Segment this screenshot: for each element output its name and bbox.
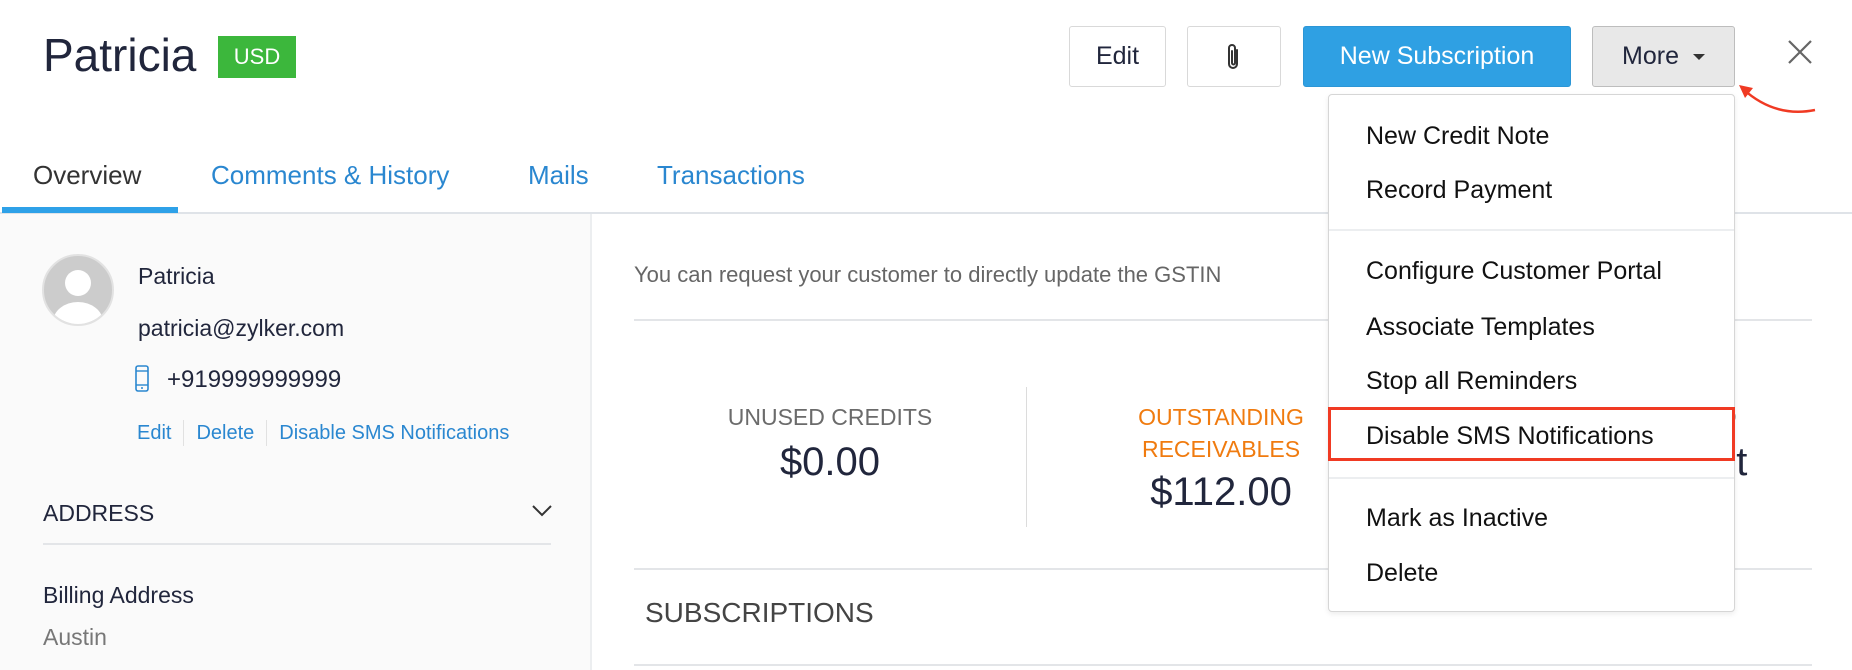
- edit-button[interactable]: Edit: [1069, 26, 1166, 87]
- divider: [1026, 387, 1027, 527]
- disable-sms-link[interactable]: Disable SMS Notifications: [279, 422, 509, 445]
- menu-divider: [1329, 229, 1734, 231]
- attach-button[interactable]: [1187, 26, 1281, 87]
- more-label: More: [1622, 42, 1679, 70]
- mobile-phone-icon: [135, 365, 149, 392]
- menu-item-delete[interactable]: Delete: [1366, 559, 1438, 588]
- chevron-down-icon[interactable]: [531, 504, 553, 518]
- avatar: [42, 254, 114, 326]
- billing-address-label: Billing Address: [43, 582, 194, 608]
- menu-item-configure-customer-portal[interactable]: Configure Customer Portal: [1366, 257, 1662, 286]
- caret-down-icon: [1692, 53, 1705, 60]
- subscriptions-header: SUBSCRIPTIONS: [645, 597, 874, 628]
- tab-transactions[interactable]: Transactions: [657, 160, 805, 191]
- page-title: Patricia: [43, 29, 197, 81]
- currency-badge: USD: [218, 36, 296, 78]
- address-section-header[interactable]: ADDRESS: [43, 500, 154, 527]
- annotation-arrow-icon: [1739, 85, 1816, 113]
- new-subscription-button[interactable]: New Subscription: [1303, 26, 1571, 87]
- menu-item-record-payment[interactable]: Record Payment: [1366, 176, 1552, 205]
- active-tab-indicator: [2, 207, 178, 213]
- contact-edit-link[interactable]: Edit: [137, 422, 171, 445]
- divider: [183, 420, 185, 446]
- outstanding-receivables-label: OUTSTANDING RECEIVABLES: [1071, 401, 1371, 465]
- contact-phone: +919999999999: [167, 366, 342, 393]
- menu-item-stop-reminders[interactable]: Stop all Reminders: [1366, 367, 1577, 396]
- contact-delete-link[interactable]: Delete: [196, 422, 254, 445]
- unused-credits-label: UNUSED CREDITS: [727, 404, 933, 430]
- menu-item-mark-inactive[interactable]: Mark as Inactive: [1366, 504, 1548, 533]
- contact-actions: Edit Delete Disable SMS Notifications: [137, 420, 509, 446]
- divider: [43, 543, 551, 545]
- billing-city: Austin: [43, 624, 107, 650]
- menu-item-associate-templates[interactable]: Associate Templates: [1366, 313, 1595, 342]
- label-line: OUTSTANDING: [1138, 404, 1304, 430]
- tab-overview[interactable]: Overview: [33, 160, 141, 191]
- menu-item-new-credit-note[interactable]: New Credit Note: [1366, 122, 1549, 151]
- divider: [634, 664, 1812, 666]
- menu-divider: [1329, 477, 1734, 479]
- more-button[interactable]: More: [1592, 26, 1735, 87]
- unused-credits-value: $0.00: [779, 440, 881, 484]
- tab-mails[interactable]: Mails: [528, 160, 589, 191]
- divider: [266, 420, 268, 446]
- contact-name: Patricia: [138, 263, 215, 289]
- outstanding-receivables-value: $112.00: [1150, 470, 1292, 514]
- gstin-note: You can request your customer to directl…: [634, 262, 1222, 287]
- highlight-box: [1328, 407, 1735, 461]
- label-line: RECEIVABLES: [1141, 436, 1301, 462]
- close-icon[interactable]: [1786, 38, 1814, 66]
- paperclip-icon: [1228, 43, 1238, 69]
- tab-comments-history[interactable]: Comments & History: [211, 160, 449, 191]
- more-dropdown-menu: New Credit Note Record Payment Configure…: [1328, 94, 1735, 612]
- contact-email: patricia@zylker.com: [138, 315, 345, 341]
